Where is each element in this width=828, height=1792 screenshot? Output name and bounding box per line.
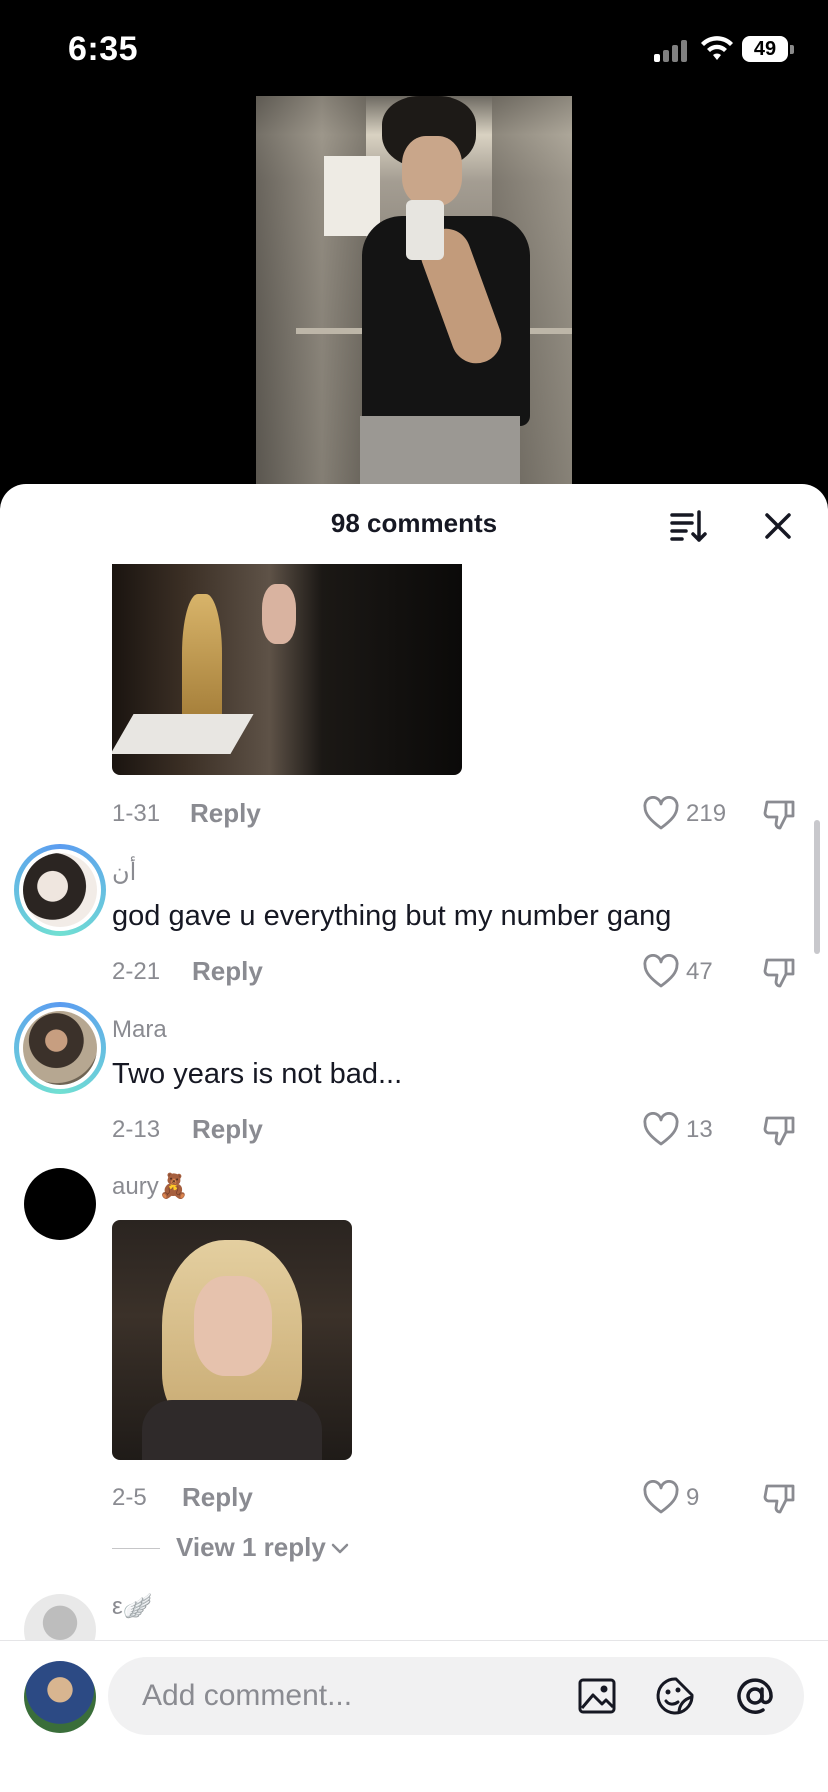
heart-icon[interactable]	[642, 1112, 680, 1148]
comment-text: god gave u everything but my number gang	[112, 900, 672, 932]
thumbs-down-icon[interactable]	[762, 1480, 798, 1516]
avatar[interactable]	[24, 1168, 96, 1240]
like-count: 47	[686, 958, 713, 985]
wifi-icon	[701, 36, 733, 60]
comment-meta: 2-21 Reply 47	[112, 952, 822, 992]
comment-username[interactable]: ε🪽	[112, 1592, 153, 1621]
comment-date: 1-31	[112, 800, 161, 827]
battery-level: 49	[742, 36, 788, 62]
sort-icon[interactable]	[668, 506, 708, 546]
comment-image[interactable]	[112, 564, 462, 775]
comment-username[interactable]: أن	[112, 858, 136, 887]
comment-text: Two years is not bad...	[112, 1058, 403, 1090]
avatar[interactable]	[14, 844, 106, 936]
close-icon[interactable]	[758, 506, 798, 546]
image-icon[interactable]	[576, 1675, 618, 1717]
reply-button[interactable]: Reply	[190, 798, 261, 829]
comment-image[interactable]	[112, 1220, 352, 1460]
thumbs-down-icon[interactable]	[762, 954, 798, 990]
like-count: 219	[686, 800, 727, 827]
comment-input[interactable]	[142, 1675, 542, 1717]
current-user-avatar	[24, 1661, 96, 1733]
view-replies-label: View 1 reply	[176, 1532, 326, 1562]
comment-meta: 2-13 Reply 13	[112, 1110, 822, 1150]
reply-button[interactable]: Reply	[192, 956, 263, 987]
at-icon[interactable]	[734, 1675, 776, 1717]
signal-icon	[654, 38, 688, 62]
comment-input-container[interactable]	[108, 1657, 804, 1735]
like-count: 9	[686, 1484, 700, 1511]
comment-username[interactable]: aury🧸	[112, 1172, 189, 1201]
heart-icon[interactable]	[642, 796, 680, 832]
view-replies-button[interactable]: View 1 reply	[112, 1528, 412, 1568]
comments-sheet: 98 comments 1-31 Reply 219 أن god gave u…	[0, 484, 828, 1792]
comment-meta: 2-5 Reply 9	[112, 1478, 822, 1518]
like-count: 13	[686, 1116, 713, 1143]
reply-button[interactable]: Reply	[192, 1114, 263, 1145]
thumbs-down-icon[interactable]	[762, 796, 798, 832]
thumbs-down-icon[interactable]	[762, 1112, 798, 1148]
battery-icon: 49	[742, 36, 794, 62]
heart-icon[interactable]	[642, 1480, 680, 1516]
comment-date: 2-21	[112, 958, 161, 985]
comment-date: 2-5	[112, 1484, 147, 1511]
scrollbar[interactable]	[814, 820, 820, 954]
comment-input-bar	[0, 1640, 828, 1792]
comment-meta: 1-31 Reply 219	[112, 794, 822, 834]
emoji-icon[interactable]	[654, 1675, 696, 1717]
sheet-header: 98 comments	[0, 484, 828, 564]
chevron-down-icon	[331, 1543, 349, 1554]
avatar[interactable]	[14, 1002, 106, 1094]
comment-username[interactable]: Mara	[112, 1016, 167, 1044]
reply-button[interactable]: Reply	[182, 1482, 253, 1513]
heart-icon[interactable]	[642, 954, 680, 990]
video-preview[interactable]	[256, 96, 572, 484]
status-bar: 6:35 49	[0, 0, 828, 96]
status-time: 6:35	[68, 30, 139, 68]
comment-date: 2-13	[112, 1116, 161, 1143]
